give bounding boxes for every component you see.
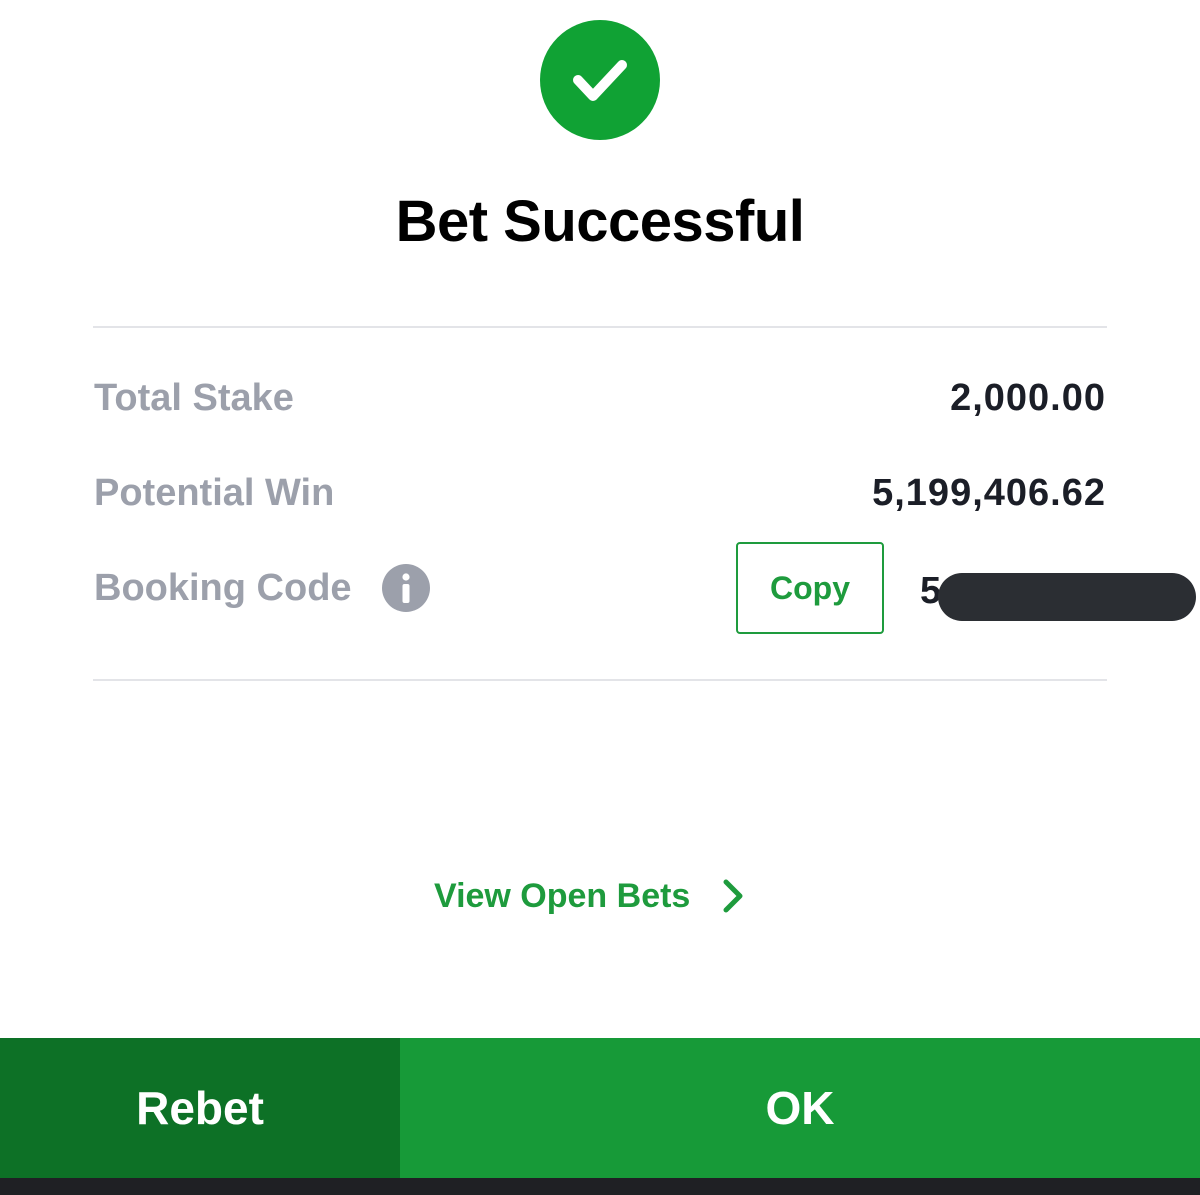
page-title: Bet Successful [395, 189, 805, 254]
divider-bottom [93, 679, 1107, 681]
redaction-mark [938, 573, 1196, 621]
info-glyph-icon [402, 573, 410, 603]
footer-actions: Rebet OK [0, 1038, 1200, 1178]
check-circle-icon [540, 20, 660, 140]
divider-top [93, 326, 1107, 328]
bottom-system-bar [0, 1178, 1200, 1195]
view-open-bets-link[interactable]: View Open Bets [434, 876, 746, 916]
checkmark-icon [573, 60, 627, 101]
view-open-bets-label: View Open Bets [434, 876, 691, 915]
rebet-button[interactable]: Rebet [0, 1038, 400, 1178]
total-stake-label: Total Stake [94, 377, 294, 419]
copy-button[interactable]: Copy [736, 542, 884, 634]
ok-button[interactable]: OK [400, 1038, 1200, 1178]
info-icon[interactable] [382, 564, 430, 612]
total-stake-value: 2,000.00 [950, 377, 1106, 419]
potential-win-value: 5,199,406.62 [872, 472, 1106, 514]
booking-code-label: Booking Code [94, 567, 352, 609]
potential-win-label: Potential Win [94, 472, 335, 514]
bet-success-screen: Bet Successful Total Stake 2,000.00 Pote… [0, 0, 1200, 1195]
chevron-right-icon [720, 876, 746, 916]
